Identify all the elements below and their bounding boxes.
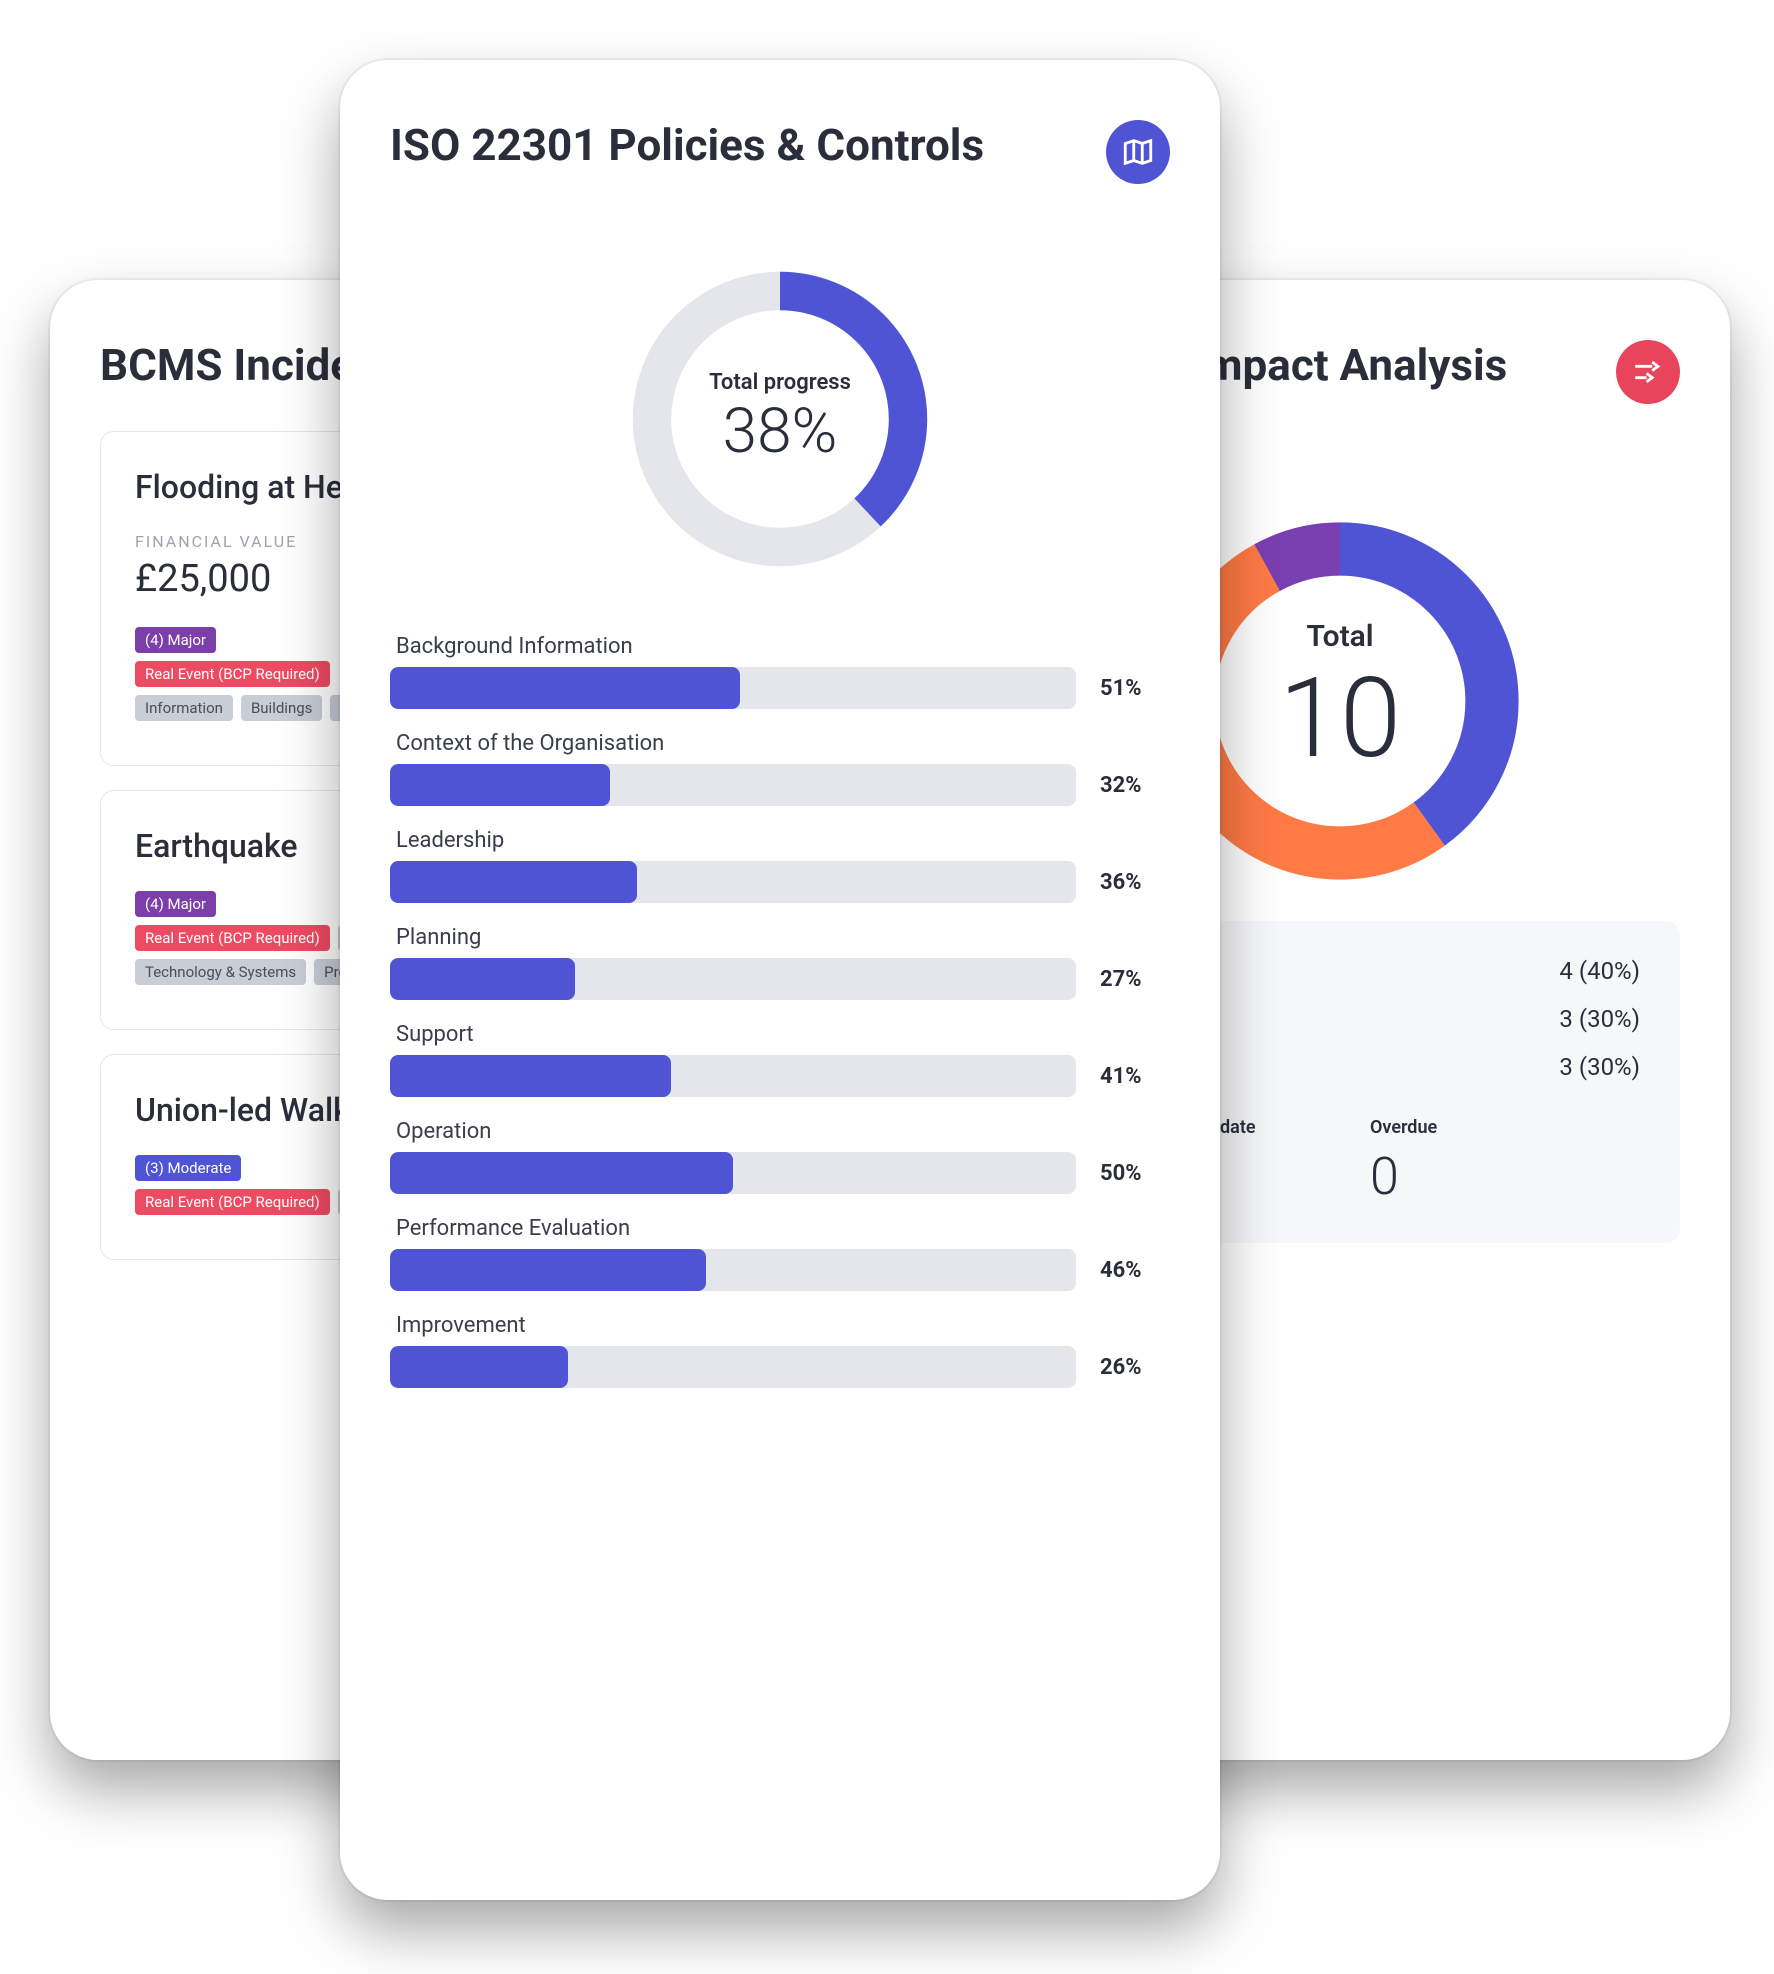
bar-track [390,1249,1076,1291]
tag: (3) Moderate [135,1155,241,1181]
bar-pct: 26% [1100,1355,1170,1380]
tag: Buildings [241,695,322,721]
progress-bar-row: Background Information 51% [390,634,1170,709]
stat-value: 3 (30%) [1559,1053,1640,1081]
tag: Real Event (BCP Required) [135,925,330,951]
stat-value: 4 (40%) [1559,957,1640,985]
bar-fill [390,861,637,903]
donut-pct: 38% [709,395,851,468]
bar-label: Background Information [396,634,1170,659]
bar-label: Support [396,1022,1170,1047]
tag: (4) Major [135,891,216,917]
bar-label: Planning [396,925,1170,950]
progress-bar-row: Performance Evaluation 46% [390,1216,1170,1291]
tag: Real Event (BCP Required) [135,1189,330,1215]
overdue-value: 0 [1370,1146,1640,1207]
progress-bar-row: Operation 50% [390,1119,1170,1194]
map-icon[interactable] [1106,120,1170,184]
bar-track [390,1055,1076,1097]
bar-pct: 41% [1100,1064,1170,1089]
bar-label: Improvement [396,1313,1170,1338]
progress-bar-row: Leadership 36% [390,828,1170,903]
donut-label: Total progress [709,370,851,395]
bar-label: Operation [396,1119,1170,1144]
bar-track [390,958,1076,1000]
bar-track [390,764,1076,806]
bar-label: Leadership [396,828,1170,853]
bar-pct: 51% [1100,676,1170,701]
progress-bar-row: Context of the Organisation 32% [390,731,1170,806]
bar-label: Context of the Organisation [396,731,1170,756]
progress-bar-row: Support 41% [390,1022,1170,1097]
bar-fill [390,958,575,1000]
bar-label: Performance Evaluation [396,1216,1170,1241]
progress-bar-row: Improvement 26% [390,1313,1170,1388]
bar-fill [390,764,610,806]
bar-pct: 32% [1100,773,1170,798]
flow-icon[interactable] [1616,340,1680,404]
progress-bar-row: Planning 27% [390,925,1170,1000]
stat-value: 3 (30%) [1559,1005,1640,1033]
tag: (4) Major [135,627,216,653]
panel-iso-controls: ISO 22301 Policies & Controls Total prog… [340,60,1220,1900]
bar-pct: 46% [1100,1258,1170,1283]
tag: Technology & Systems [135,959,306,985]
panel-title: ISO 22301 Policies & Controls [390,120,984,171]
bar-pct: 27% [1100,967,1170,992]
tag: Real Event (BCP Required) [135,661,330,687]
tag: Information [135,695,233,721]
progress-donut: Total progress 38% [620,259,940,579]
bar-track [390,1346,1076,1388]
donut-value: 10 [1279,654,1401,783]
bar-fill [390,1055,671,1097]
bar-fill [390,1249,706,1291]
bar-fill [390,1152,733,1194]
bar-track [390,861,1076,903]
overdue-label: Overdue [1370,1117,1640,1138]
bar-track [390,1152,1076,1194]
donut-label: Total [1279,619,1401,654]
bar-fill [390,1346,568,1388]
bar-pct: 36% [1100,870,1170,895]
bar-track [390,667,1076,709]
bar-fill [390,667,740,709]
bar-pct: 50% [1100,1161,1170,1186]
